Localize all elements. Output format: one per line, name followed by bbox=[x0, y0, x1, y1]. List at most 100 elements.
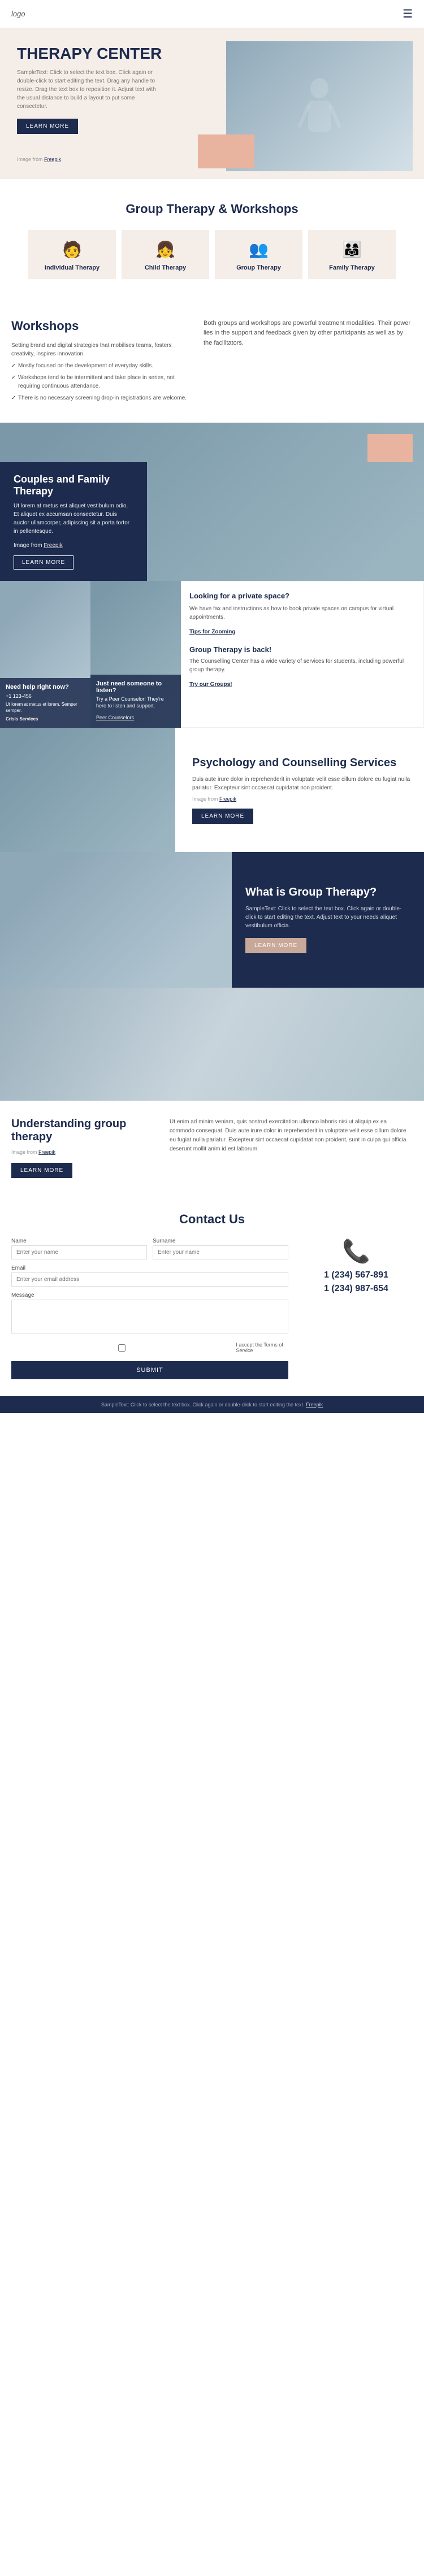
understanding-left-col: Understanding group therapy Image from F… bbox=[11, 1118, 158, 1178]
understanding-learn-more-button[interactable]: learn more bbox=[11, 1163, 72, 1178]
therapy-card-group[interactable]: 👥 Group Therapy bbox=[215, 230, 302, 279]
psychology-source-link[interactable]: Freepik bbox=[219, 796, 236, 802]
couples-section: Couples and Family Therapy Ut lorem at m… bbox=[0, 423, 424, 581]
workshops-right-text: Both groups and workshops are powerful t… bbox=[204, 319, 413, 349]
name-surname-row: Name Surname bbox=[11, 1238, 288, 1259]
group-therapy-label: Group Therapy bbox=[236, 264, 281, 271]
workshops-bullet-3: There is no necessary screening drop-in … bbox=[11, 394, 187, 402]
hero-accent-rectangle bbox=[198, 134, 254, 168]
terms-label: I accept the Terms of Service bbox=[236, 1342, 288, 1353]
understanding-source-link[interactable]: Freepik bbox=[38, 1149, 55, 1155]
navbar: logo ☰ bbox=[0, 0, 424, 28]
workshops-section: Workshops Setting brand and digital stra… bbox=[0, 302, 424, 423]
peer-title: Just need someone to listen? bbox=[96, 680, 175, 694]
message-textarea[interactable] bbox=[11, 1300, 288, 1333]
hero-image-source: Image from Freepik bbox=[17, 157, 164, 162]
contact-grid: Name Surname Email Message I accept the … bbox=[11, 1238, 413, 1379]
couples-source-link[interactable]: Freepik bbox=[44, 542, 62, 549]
psychology-title: Psychology and Counselling Services bbox=[192, 756, 413, 770]
understanding-wrapper: Understanding group therapy Image from F… bbox=[0, 988, 424, 1195]
crisis-title: Need help right now? bbox=[6, 684, 85, 690]
peer-counselors-link[interactable]: Peer Counselors bbox=[96, 715, 134, 720]
psychology-image bbox=[0, 728, 175, 852]
surname-input[interactable] bbox=[153, 1245, 288, 1259]
workshops-intro: Setting brand and digital strategies tha… bbox=[11, 341, 187, 358]
nav-logo: logo bbox=[11, 10, 25, 18]
footer-link[interactable]: Freepik bbox=[306, 1402, 323, 1408]
card-crisis: Need help right now? +1 123-456 Ut lorem… bbox=[0, 581, 90, 728]
email-input[interactable] bbox=[11, 1272, 288, 1287]
what-title: What is Group Therapy? bbox=[245, 886, 410, 899]
group-therapy-section: Group Therapy & Workshops 🧑 Individual T… bbox=[0, 179, 424, 302]
couples-description: Ut lorem at metus est aliquet vestibulum… bbox=[14, 502, 133, 536]
couples-accent-rectangle bbox=[367, 434, 413, 462]
private-space-card: Looking for a private space? We have fax… bbox=[189, 592, 416, 636]
tips-for-zooming-link[interactable]: Tips for Zooming bbox=[189, 629, 235, 635]
crisis-phone[interactable]: +1 123-456 bbox=[6, 693, 85, 700]
hero-image-area bbox=[164, 47, 413, 160]
hero-section: THERAPY CENTER SampleText: Click to sele… bbox=[0, 28, 424, 179]
footer: SampleText: Click to select the text box… bbox=[0, 1396, 424, 1413]
therapy-card-child[interactable]: 👧 Child Therapy bbox=[122, 230, 209, 279]
psychology-section: Psychology and Counselling Services Duis… bbox=[0, 728, 424, 852]
contact-section: Contact Us Name Surname Email Message bbox=[0, 1195, 424, 1396]
contact-form: Name Surname Email Message I accept the … bbox=[11, 1238, 288, 1379]
understanding-source: Image from Freepik bbox=[11, 1149, 158, 1155]
email-label: Email bbox=[11, 1265, 288, 1271]
psychology-source: Image from Freepik bbox=[192, 796, 413, 803]
name-label: Name bbox=[11, 1238, 147, 1244]
group-therapy-icon: 👥 bbox=[249, 240, 269, 259]
psychology-group-photo bbox=[0, 728, 175, 852]
psychology-description: Duis aute irure dolor in reprehenderit i… bbox=[192, 775, 413, 792]
contact-title: Contact Us bbox=[11, 1212, 413, 1227]
hero-learn-more-button[interactable]: LEARN MORE bbox=[17, 119, 78, 134]
couples-overlay: Couples and Family Therapy Ut lorem at m… bbox=[0, 462, 147, 581]
couples-image-bg: Couples and Family Therapy Ut lorem at m… bbox=[0, 423, 424, 581]
what-learn-more-button[interactable]: learn more bbox=[245, 938, 306, 953]
workshops-title: Workshops bbox=[11, 319, 187, 333]
what-description: SampleText: Click to select the text box… bbox=[245, 905, 410, 930]
submit-button[interactable]: SUBMIT bbox=[11, 1361, 288, 1379]
couples-source: Image from Freepik bbox=[14, 541, 133, 550]
name-field: Name bbox=[11, 1238, 147, 1259]
peer-text-overlay: Just need someone to listen? Try a Peer … bbox=[90, 675, 181, 728]
footer-text: SampleText: Click to select the text box… bbox=[101, 1402, 305, 1408]
try-groups-link[interactable]: Try our Groups! bbox=[189, 681, 232, 688]
therapy-card-individual[interactable]: 🧑 Individual Therapy bbox=[28, 230, 116, 279]
individual-therapy-icon: 🧑 bbox=[62, 240, 82, 259]
workshops-bullet-1: Mostly focused on the development of eve… bbox=[11, 362, 187, 370]
couples-title: Couples and Family Therapy bbox=[14, 474, 133, 497]
understanding-right-col: Ut enim ad minim veniam, quis nostrud ex… bbox=[170, 1118, 413, 1154]
individual-therapy-label: Individual Therapy bbox=[45, 264, 99, 271]
psychology-learn-more-button[interactable]: LEARN MORE bbox=[192, 809, 253, 824]
crisis-text-overlay: Need help right now? +1 123-456 Ut lorem… bbox=[0, 678, 90, 728]
family-therapy-label: Family Therapy bbox=[329, 264, 375, 271]
what-overlay: What is Group Therapy? SampleText: Click… bbox=[232, 852, 424, 988]
surname-label: Surname bbox=[153, 1238, 288, 1244]
message-field: Message bbox=[11, 1292, 288, 1336]
therapy-card-family[interactable]: 👨‍👩‍👧 Family Therapy bbox=[308, 230, 396, 279]
message-label: Message bbox=[11, 1292, 288, 1298]
workshops-bullet-2: Workshops tend to be intermittent and ta… bbox=[11, 373, 187, 390]
contact-right-col: 📞 1 (234) 567-891 1 (234) 987-654 bbox=[300, 1238, 413, 1379]
phone-number-2[interactable]: 1 (234) 987-654 bbox=[324, 1284, 388, 1294]
understanding-photo-row bbox=[0, 988, 424, 1101]
card-peer: Just need someone to listen? Try a Peer … bbox=[90, 581, 181, 728]
three-cards-row: Need help right now? +1 123-456 Ut lorem… bbox=[0, 581, 424, 728]
card-right-col: Looking for a private space? We have fax… bbox=[181, 581, 424, 728]
name-input[interactable] bbox=[11, 1245, 147, 1259]
surname-field: Surname bbox=[153, 1238, 288, 1259]
hero-source-link[interactable]: Freepik bbox=[44, 157, 61, 162]
nav-menu-icon[interactable]: ☰ bbox=[403, 7, 413, 21]
phone-number-1[interactable]: 1 (234) 567-891 bbox=[324, 1270, 388, 1280]
group-therapy-back-title: Group Therapy is back! bbox=[189, 645, 416, 654]
crisis-desc: Ut lorem at metus et lorem. Semper sempe… bbox=[6, 701, 85, 714]
terms-checkbox[interactable] bbox=[11, 1344, 232, 1352]
terms-row: I accept the Terms of Service bbox=[11, 1342, 288, 1354]
private-space-title: Looking for a private space? bbox=[189, 592, 416, 600]
phone-icon: 📞 bbox=[342, 1238, 370, 1265]
crisis-label: Crisis Services bbox=[6, 716, 85, 722]
couples-learn-more-button[interactable]: learn more bbox=[14, 555, 73, 570]
family-therapy-icon: 👨‍👩‍👧 bbox=[342, 240, 362, 259]
hero-description: SampleText: Click to select the text box… bbox=[17, 68, 164, 111]
